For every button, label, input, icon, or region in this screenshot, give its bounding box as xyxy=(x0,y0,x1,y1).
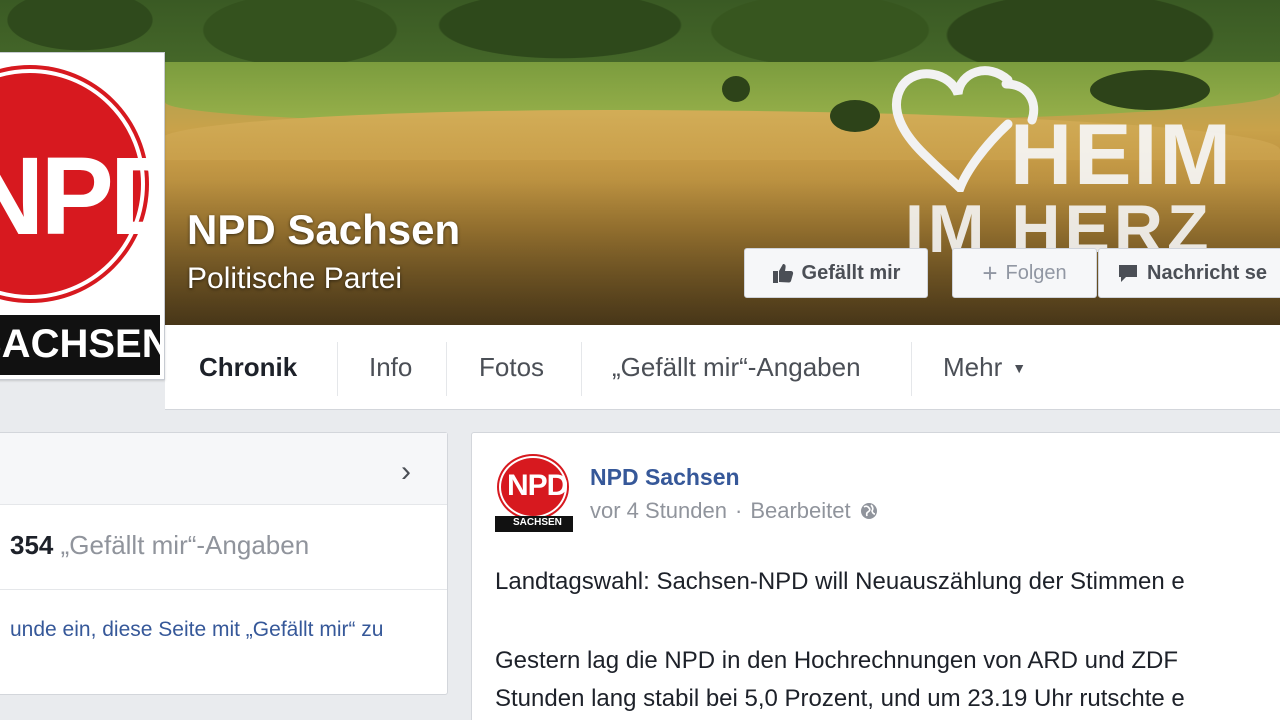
tab-divider xyxy=(337,342,338,396)
tab-more[interactable]: Mehr ▼ xyxy=(943,325,1026,410)
tab-label: Fotos xyxy=(479,352,545,382)
post-edited-label[interactable]: Bearbeitet xyxy=(750,498,850,524)
post-avatar[interactable]: NPD SACHSEN xyxy=(495,454,573,532)
thumbs-up-icon xyxy=(772,264,793,283)
meta-separator: · xyxy=(734,498,743,523)
tab-chronik[interactable]: Chronik xyxy=(199,325,297,410)
page-tabs: Chronik Info Fotos „Gefällt mir“-Angaben… xyxy=(165,325,1280,410)
tab-label: Info xyxy=(369,352,413,382)
tab-label: Chronik xyxy=(199,352,298,382)
lone-tree xyxy=(722,76,750,102)
avatar-banner-text: SACHSEN xyxy=(513,517,562,528)
post-text-line: Gestern lag die NPD in den Hochrechnunge… xyxy=(495,647,1179,674)
facebook-page: HEIM IM HERZ NPD Sachsen Politische Part… xyxy=(0,0,1280,720)
plus-icon: + xyxy=(982,258,998,288)
page-title[interactable]: NPD Sachsen xyxy=(187,206,460,254)
follow-button[interactable]: + Folgen xyxy=(952,248,1097,298)
post-text-line: Landtagswahl: Sachsen-NPD will Neuauszäh… xyxy=(495,568,1185,595)
likes-count: 354 xyxy=(10,530,54,560)
like-button[interactable]: Gefällt mir xyxy=(744,248,928,298)
cover-photo[interactable]: HEIM IM HERZ NPD Sachsen Politische Part… xyxy=(0,0,1280,325)
tab-divider xyxy=(911,342,912,396)
tab-divider xyxy=(446,342,447,396)
likes-summary: 354 „Gefällt mir“-Angaben xyxy=(10,530,309,561)
tab-likes[interactable]: „Gefällt mir“-Angaben xyxy=(612,325,861,410)
tab-info[interactable]: Info xyxy=(369,325,412,410)
tab-label: „Gefällt mir“-Angaben xyxy=(612,352,861,382)
tab-divider xyxy=(581,342,582,396)
likes-label[interactable]: „Gefällt mir“-Angaben xyxy=(61,530,310,560)
logo-banner-text: SACHSEN xyxy=(0,322,160,366)
page-category[interactable]: Politische Partei xyxy=(187,262,402,296)
post-text-line: Stunden lang stabil bei 5,0 Prozent, und… xyxy=(495,685,1185,712)
divider xyxy=(0,589,447,590)
post-author-link[interactable]: NPD Sachsen xyxy=(590,464,740,491)
invite-friends-link[interactable]: unde ein, diese Seite mit „Gefällt mir“ … xyxy=(10,618,384,642)
likes-card: › xyxy=(0,432,448,695)
avatar-logo-text: NPD xyxy=(507,469,568,502)
caret-down-icon: ▼ xyxy=(1012,359,1027,376)
lone-tree xyxy=(1090,70,1210,110)
chevron-right-icon[interactable]: › xyxy=(401,455,411,489)
like-button-label: Gefällt mir xyxy=(801,261,901,284)
globe-icon[interactable] xyxy=(859,501,879,521)
lone-tree xyxy=(830,100,880,132)
follow-button-label: Folgen xyxy=(1005,261,1067,284)
cover-slogan-line1: HEIM xyxy=(1010,107,1233,203)
speech-bubble-icon xyxy=(1119,265,1137,282)
npd-logo-text: NPD xyxy=(0,135,160,258)
post-timestamp[interactable]: vor 4 Stunden xyxy=(590,498,727,524)
likes-card-header[interactable]: › xyxy=(0,433,447,505)
post-meta: vor 4 Stunden · Bearbeitet xyxy=(590,498,879,524)
tab-fotos[interactable]: Fotos xyxy=(479,325,544,410)
profile-picture-image: NPD SACHSEN xyxy=(0,57,160,375)
profile-picture[interactable]: NPD SACHSEN xyxy=(0,52,165,380)
message-button-label: Nachricht se xyxy=(1147,261,1268,284)
tab-label: Mehr xyxy=(943,352,1003,382)
message-button[interactable]: Nachricht se xyxy=(1098,248,1280,298)
